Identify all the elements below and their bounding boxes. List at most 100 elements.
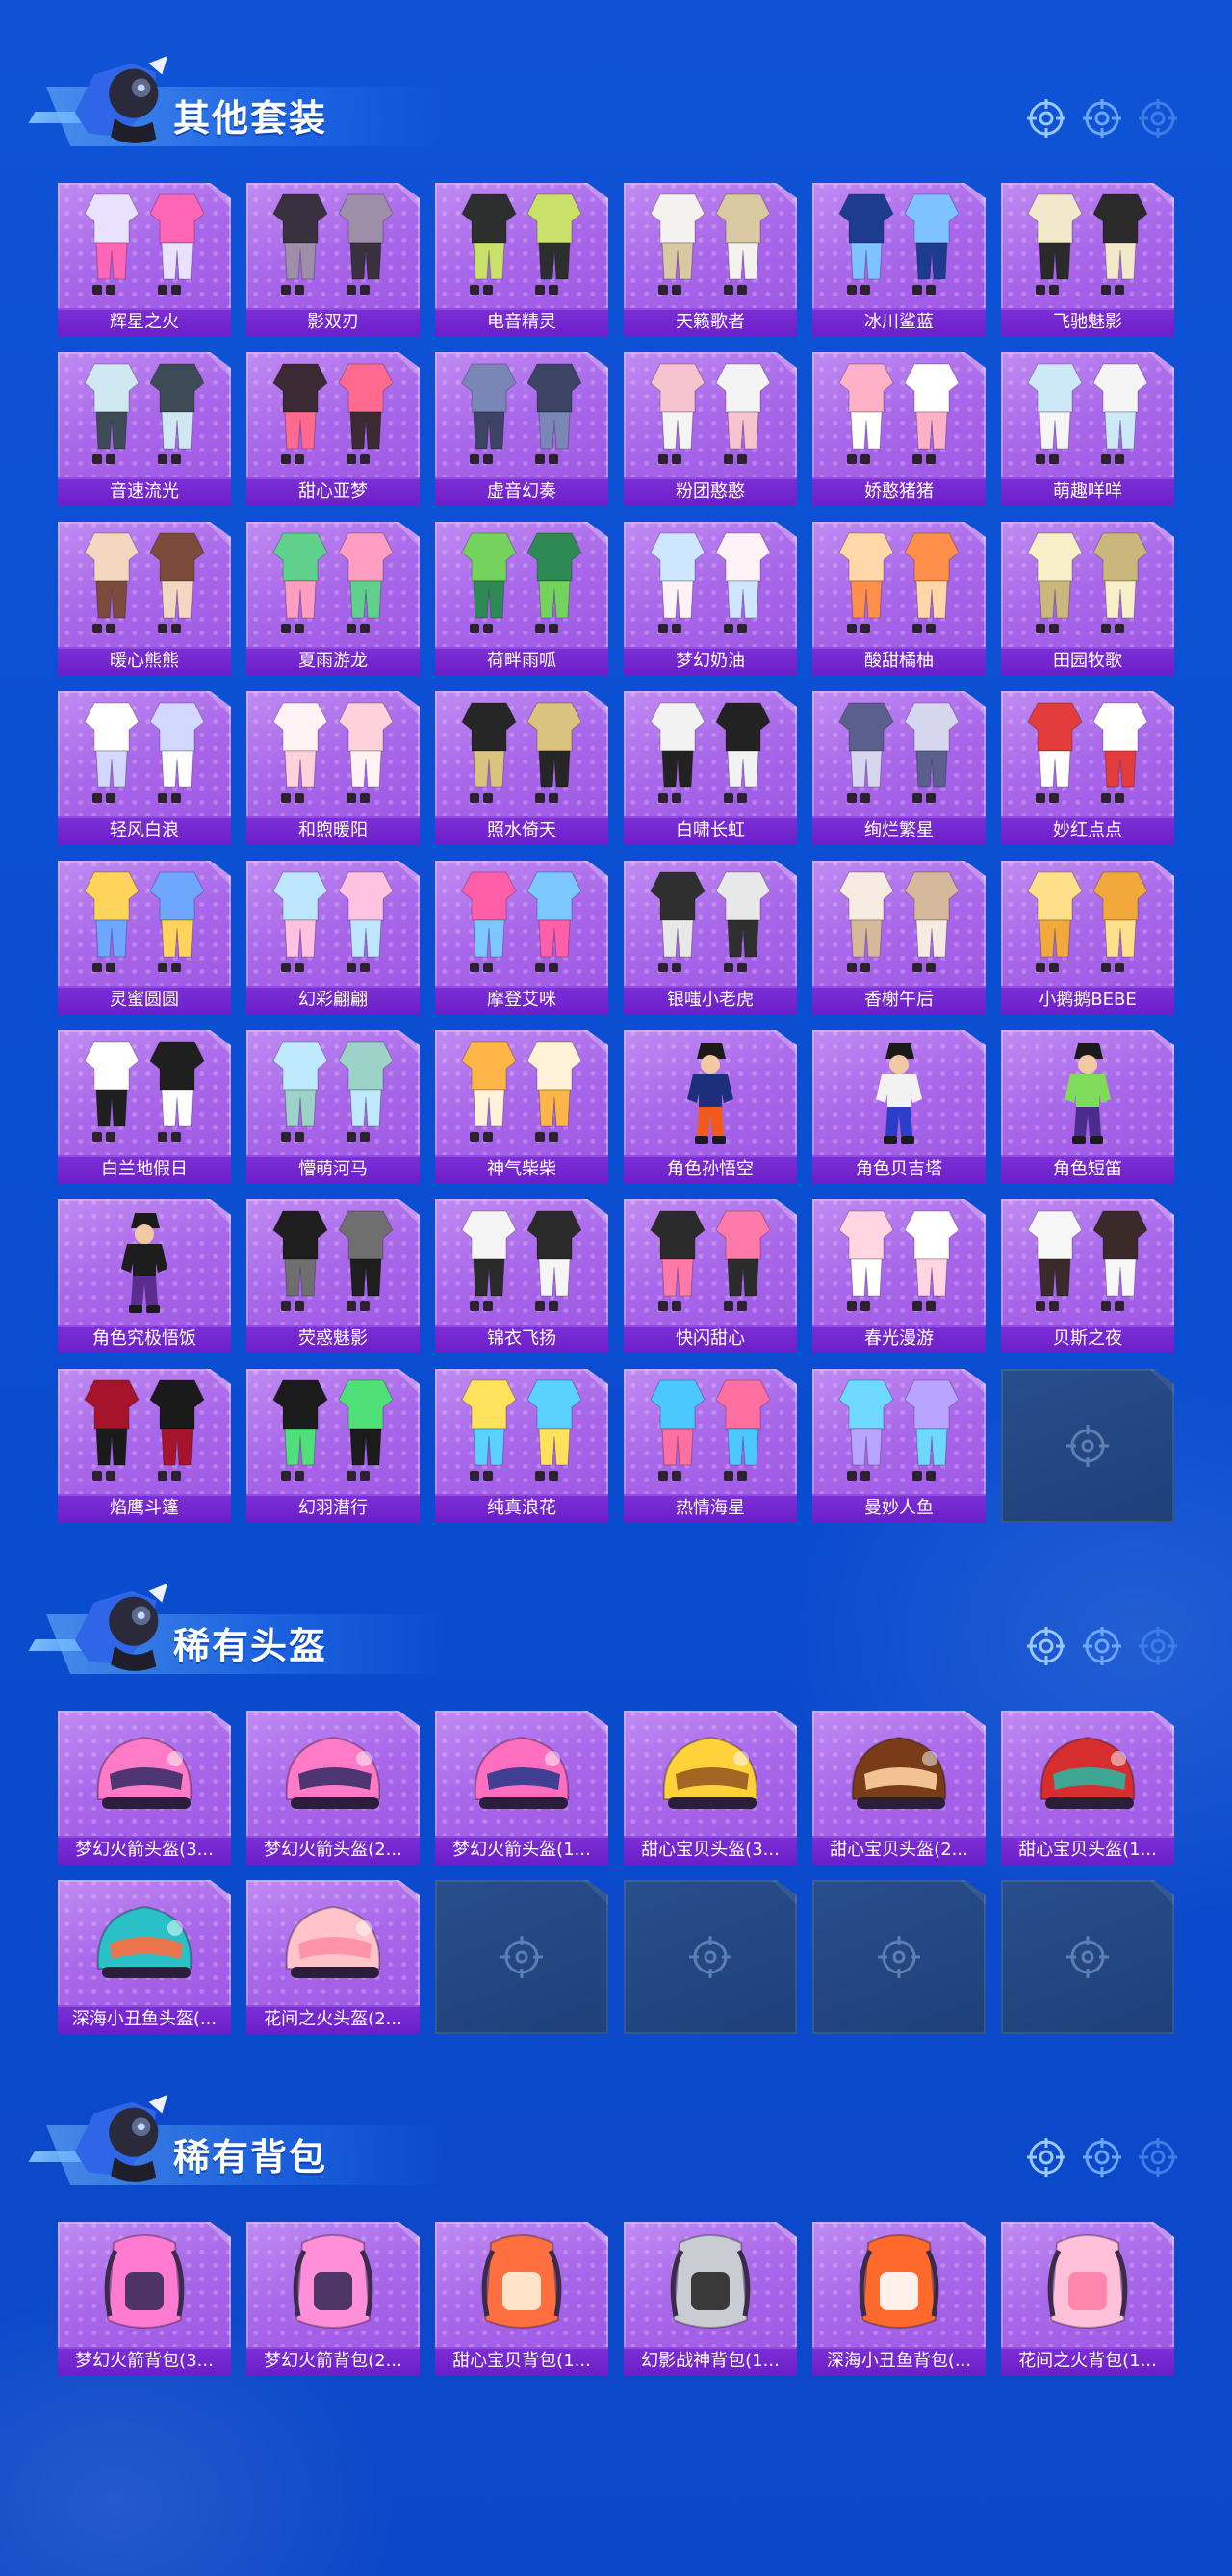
item-card[interactable]: 香榭午后 (812, 861, 986, 1015)
outfit-image (650, 871, 771, 972)
item-card[interactable]: 深海小丑鱼头盔(... (58, 1880, 231, 2034)
item-card[interactable]: 虚音幻奏 (435, 352, 608, 506)
outfit-image (272, 1041, 394, 1142)
empty-slot (812, 1880, 986, 2034)
item-card[interactable]: 焰鹰斗篷 (58, 1369, 231, 1523)
outfit-image (461, 363, 582, 464)
outfit-image (272, 532, 394, 633)
section-header: 稀有背包 (27, 2077, 1220, 2193)
item-label: 粉团憨憨 (624, 477, 797, 506)
item-card[interactable]: 梦幻火箭背包(2... (246, 2222, 420, 2376)
outfit-image (84, 193, 205, 295)
outfit-image (1027, 193, 1148, 295)
item-card[interactable]: 贝斯之夜 (1001, 1199, 1174, 1353)
crosshair-icon (689, 1936, 732, 1978)
item-card[interactable]: 幻羽潜行 (246, 1369, 420, 1523)
item-card[interactable]: 花间之火背包(1... (1001, 2222, 1174, 2376)
item-card[interactable]: 辉星之火 (58, 183, 231, 337)
item-card[interactable]: 夏雨游龙 (246, 522, 420, 676)
item-card[interactable]: 甜心宝贝头盔(2... (812, 1711, 986, 1865)
item-card[interactable]: 春光漫游 (812, 1199, 986, 1353)
item-card[interactable]: 娇憨猪猪 (812, 352, 986, 506)
section-rare-backpacks: 稀有背包 梦幻火箭背包(3... 梦幻火箭背包(2... 甜心宝贝背包(1... 幻影… (0, 2077, 1232, 2424)
item-card[interactable]: 荷畔雨呱 (435, 522, 608, 676)
item-card[interactable]: 影双刃 (246, 183, 420, 337)
item-card[interactable]: 幻彩翩翩 (246, 861, 420, 1015)
item-card[interactable]: 妙红点点 (1001, 691, 1174, 845)
item-card[interactable]: 田园牧歌 (1001, 522, 1174, 676)
item-label: 香榭午后 (812, 986, 986, 1015)
item-label: 甜心宝贝头盔(3... (624, 1836, 797, 1865)
item-card[interactable]: 暖心熊熊 (58, 522, 231, 676)
item-card[interactable]: 荧惑魅影 (246, 1199, 420, 1353)
item-card[interactable]: 冰川鲨蓝 (812, 183, 986, 337)
item-card[interactable]: 小鹅鹅BEBE (1001, 861, 1174, 1015)
item-label: 神气柴柴 (435, 1155, 608, 1184)
item-label: 白啸长虹 (624, 816, 797, 845)
item-card[interactable]: 轻风白浪 (58, 691, 231, 845)
outfit-image (461, 702, 582, 803)
item-card[interactable]: 白兰地假日 (58, 1030, 231, 1184)
backpack-image (293, 2234, 373, 2329)
empty-slot (435, 1880, 608, 2034)
item-card[interactable]: 甜心亚梦 (246, 352, 420, 506)
header-deco (1026, 98, 1178, 139)
item-label: 夏雨游龙 (246, 647, 420, 676)
character-image (876, 1043, 922, 1144)
item-card[interactable]: 纯真浪花 (435, 1369, 608, 1523)
item-card[interactable]: 甜心宝贝头盔(1... (1001, 1711, 1174, 1865)
helmet-image (662, 1736, 758, 1809)
item-label: 照水倚天 (435, 816, 608, 845)
item-card[interactable]: 灵蜜圆圆 (58, 861, 231, 1015)
item-card[interactable]: 梦幻奶油 (624, 522, 797, 676)
backpack-image (1047, 2234, 1128, 2329)
item-card[interactable]: 白啸长虹 (624, 691, 797, 845)
item-card[interactable]: 花间之火头盔(2... (246, 1880, 420, 2034)
item-card[interactable]: 幻影战神背包(1... (624, 2222, 797, 2376)
item-card[interactable]: 懵萌河马 (246, 1030, 420, 1184)
item-label: 甜心宝贝头盔(2... (812, 1836, 986, 1865)
item-card[interactable]: 梦幻火箭头盔(2... (246, 1711, 420, 1865)
item-card[interactable]: 电音精灵 (435, 183, 608, 337)
item-card[interactable]: 梦幻火箭背包(3... (58, 2222, 231, 2376)
item-card[interactable]: 和煦暖阳 (246, 691, 420, 845)
crosshair-icon (1027, 99, 1065, 138)
item-card[interactable]: 神气柴柴 (435, 1030, 608, 1184)
item-card[interactable]: 深海小丑鱼背包(... (812, 2222, 986, 2376)
item-card[interactable]: 梦幻火箭头盔(3... (58, 1711, 231, 1865)
item-card[interactable]: 角色究极悟饭 (58, 1199, 231, 1353)
item-card[interactable]: 热情海星 (624, 1369, 797, 1523)
outfit-image (650, 1210, 771, 1311)
item-card[interactable]: 天籁歌者 (624, 183, 797, 337)
empty-slot (1001, 1369, 1174, 1523)
item-card[interactable]: 音速流光 (58, 352, 231, 506)
header-deco (1026, 1626, 1178, 1666)
item-card[interactable]: 角色短笛 (1001, 1030, 1174, 1184)
item-card[interactable]: 照水倚天 (435, 691, 608, 845)
item-card[interactable]: 绚烂繁星 (812, 691, 986, 845)
item-card[interactable]: 酸甜橘柚 (812, 522, 986, 676)
item-card[interactable]: 快闪甜心 (624, 1199, 797, 1353)
item-card[interactable]: 角色孙悟空 (624, 1030, 797, 1184)
item-card[interactable]: 甜心宝贝背包(1... (435, 2222, 608, 2376)
item-label: 灵蜜圆圆 (58, 986, 231, 1015)
item-card[interactable]: 梦幻火箭头盔(1... (435, 1711, 608, 1865)
outfit-image (1027, 702, 1148, 803)
item-card[interactable]: 银嗤小老虎 (624, 861, 797, 1015)
item-card[interactable]: 飞驰魅影 (1001, 183, 1174, 337)
item-card[interactable]: 摩登艾咪 (435, 861, 608, 1015)
outfit-image (461, 871, 582, 972)
item-card[interactable]: 锦衣飞扬 (435, 1199, 608, 1353)
item-label: 田园牧歌 (1001, 647, 1174, 676)
outfit-image (650, 193, 771, 295)
item-card[interactable]: 粉团憨憨 (624, 352, 797, 506)
outfit-image (838, 1379, 960, 1481)
item-card[interactable]: 曼妙人鱼 (812, 1369, 986, 1523)
outfit-image (838, 871, 960, 972)
character-image (1065, 1043, 1111, 1144)
item-card[interactable]: 甜心宝贝头盔(3... (624, 1711, 797, 1865)
item-card[interactable]: 角色贝吉塔 (812, 1030, 986, 1184)
section-other-outfits: 其他套装 辉星之火 影双刃 电音精灵 天籁歌者 冰川鲨蓝 飞驰魅影 音速流光 甜心亚梦 虚音幻奏… (0, 39, 1232, 1559)
item-label: 快闪甜心 (624, 1325, 797, 1353)
item-card[interactable]: 萌趣咩咩 (1001, 352, 1174, 506)
